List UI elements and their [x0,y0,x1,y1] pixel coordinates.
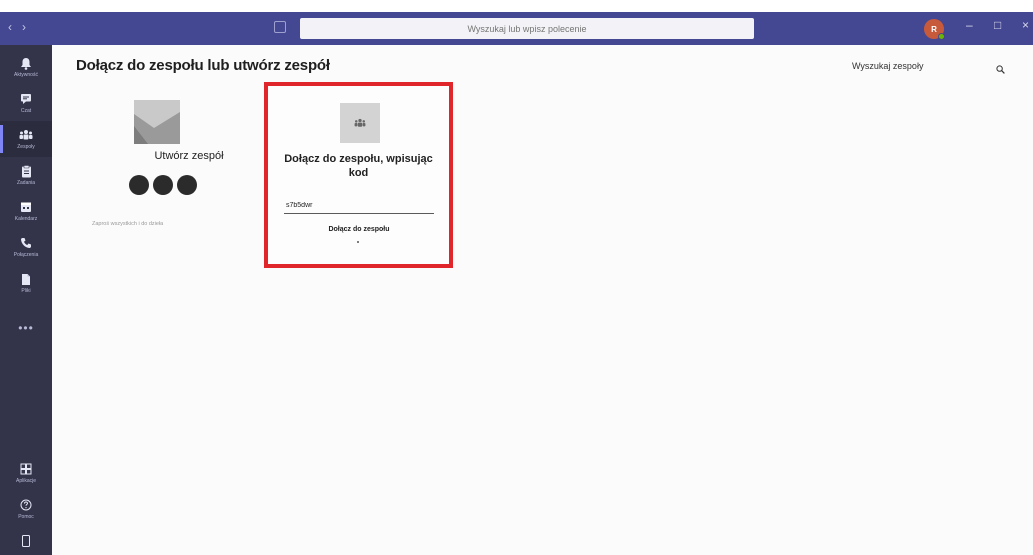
rail-label: Zespoły [17,144,35,150]
compose-icon[interactable] [274,21,286,33]
minimize-button[interactable]: – [966,18,973,32]
rail-item-teams[interactable]: Zespoły [0,121,52,157]
title-bar: ‹ › R – □ × [0,12,1033,45]
create-team-card[interactable]: Utwórz zespół Zaproś wszystkich i do dzi… [92,97,264,267]
rail-label: Pliki [21,288,31,294]
create-team-avatars [129,175,197,195]
rail-label: Zadania [16,180,36,186]
command-search-input[interactable] [300,18,754,39]
rail-item-files[interactable]: Pliki [0,265,52,301]
teams-icon [18,128,34,142]
presence-status-icon [938,33,945,40]
command-search-box[interactable] [300,18,754,39]
team-code-input[interactable] [284,198,434,214]
rail-item-calendar[interactable]: Kalendarz [0,193,52,229]
create-team-image [134,100,180,144]
rail-item-assignments[interactable]: Zadania [0,157,52,193]
back-arrow-icon[interactable]: ‹ [8,20,12,34]
join-team-title-line2: kod [348,167,369,179]
create-team-subtitle: Zaproś wszystkich i do dzieła [92,221,164,227]
avatar-initials: R [931,24,937,34]
mobile-device-icon [18,534,34,548]
rail-label: Aplikacje [15,478,36,484]
assignments-icon [18,164,34,178]
rail-label: Połączenia [13,252,39,258]
loading-dot [357,241,359,243]
member-avatar [153,175,173,195]
join-team-card: Dołącz do zespołu, wpisując kod Dołącz d… [264,82,453,268]
main-panel: Dołącz do zespołu lub utwórz zespół Wysz… [52,45,1033,555]
join-team-button[interactable]: Dołącz do zespołu [284,226,434,233]
rail-item-calls[interactable]: Połączenia [0,229,52,265]
forward-arrow-icon[interactable]: › [22,20,26,34]
maximize-button[interactable]: □ [994,18,1001,32]
rail-label: Kalendarz [14,216,38,222]
search-icon[interactable] [996,61,1005,79]
close-button[interactable]: × [1022,18,1029,32]
rail-item-chat[interactable]: Czat [0,85,52,121]
top-strip [0,0,1033,12]
calendar-icon [18,200,34,214]
create-team-title: Utwórz zespół [154,150,224,162]
app-rail: Aktywność Czat Zespoły Zadania Kalendarz [0,45,52,555]
rail-item-help[interactable]: Pomoc [0,491,52,527]
join-team-title-line1: Dołącz do zespołu, wpisując [284,153,433,165]
search-teams-link[interactable]: Wyszukaj zespoły [852,61,923,71]
rail-item-device[interactable] [0,523,52,555]
nav-arrows: ‹ › [8,20,26,34]
apps-icon [18,462,34,476]
files-icon [18,272,34,286]
chat-icon [18,92,34,106]
member-avatar [129,175,149,195]
rail-item-apps[interactable]: Aplikacje [0,455,52,491]
rail-item-activity[interactable]: Aktywność [0,49,52,85]
join-team-title: Dołącz do zespołu, wpisując kod [268,152,449,180]
avatar[interactable]: R [924,19,945,40]
help-icon [18,498,34,512]
rail-label: Czat [20,108,32,114]
join-team-image [340,103,380,143]
rail-label: Pomoc [18,514,34,520]
rail-label: Aktywność [14,72,38,78]
phone-icon [18,236,34,250]
member-avatar [177,175,197,195]
teams-window: ‹ › R – □ × Aktywność Czat [0,0,1033,555]
more-apps-icon[interactable]: ••• [0,321,52,335]
bell-icon [18,56,34,70]
page-title: Dołącz do zespołu lub utwórz zespół [76,57,330,74]
